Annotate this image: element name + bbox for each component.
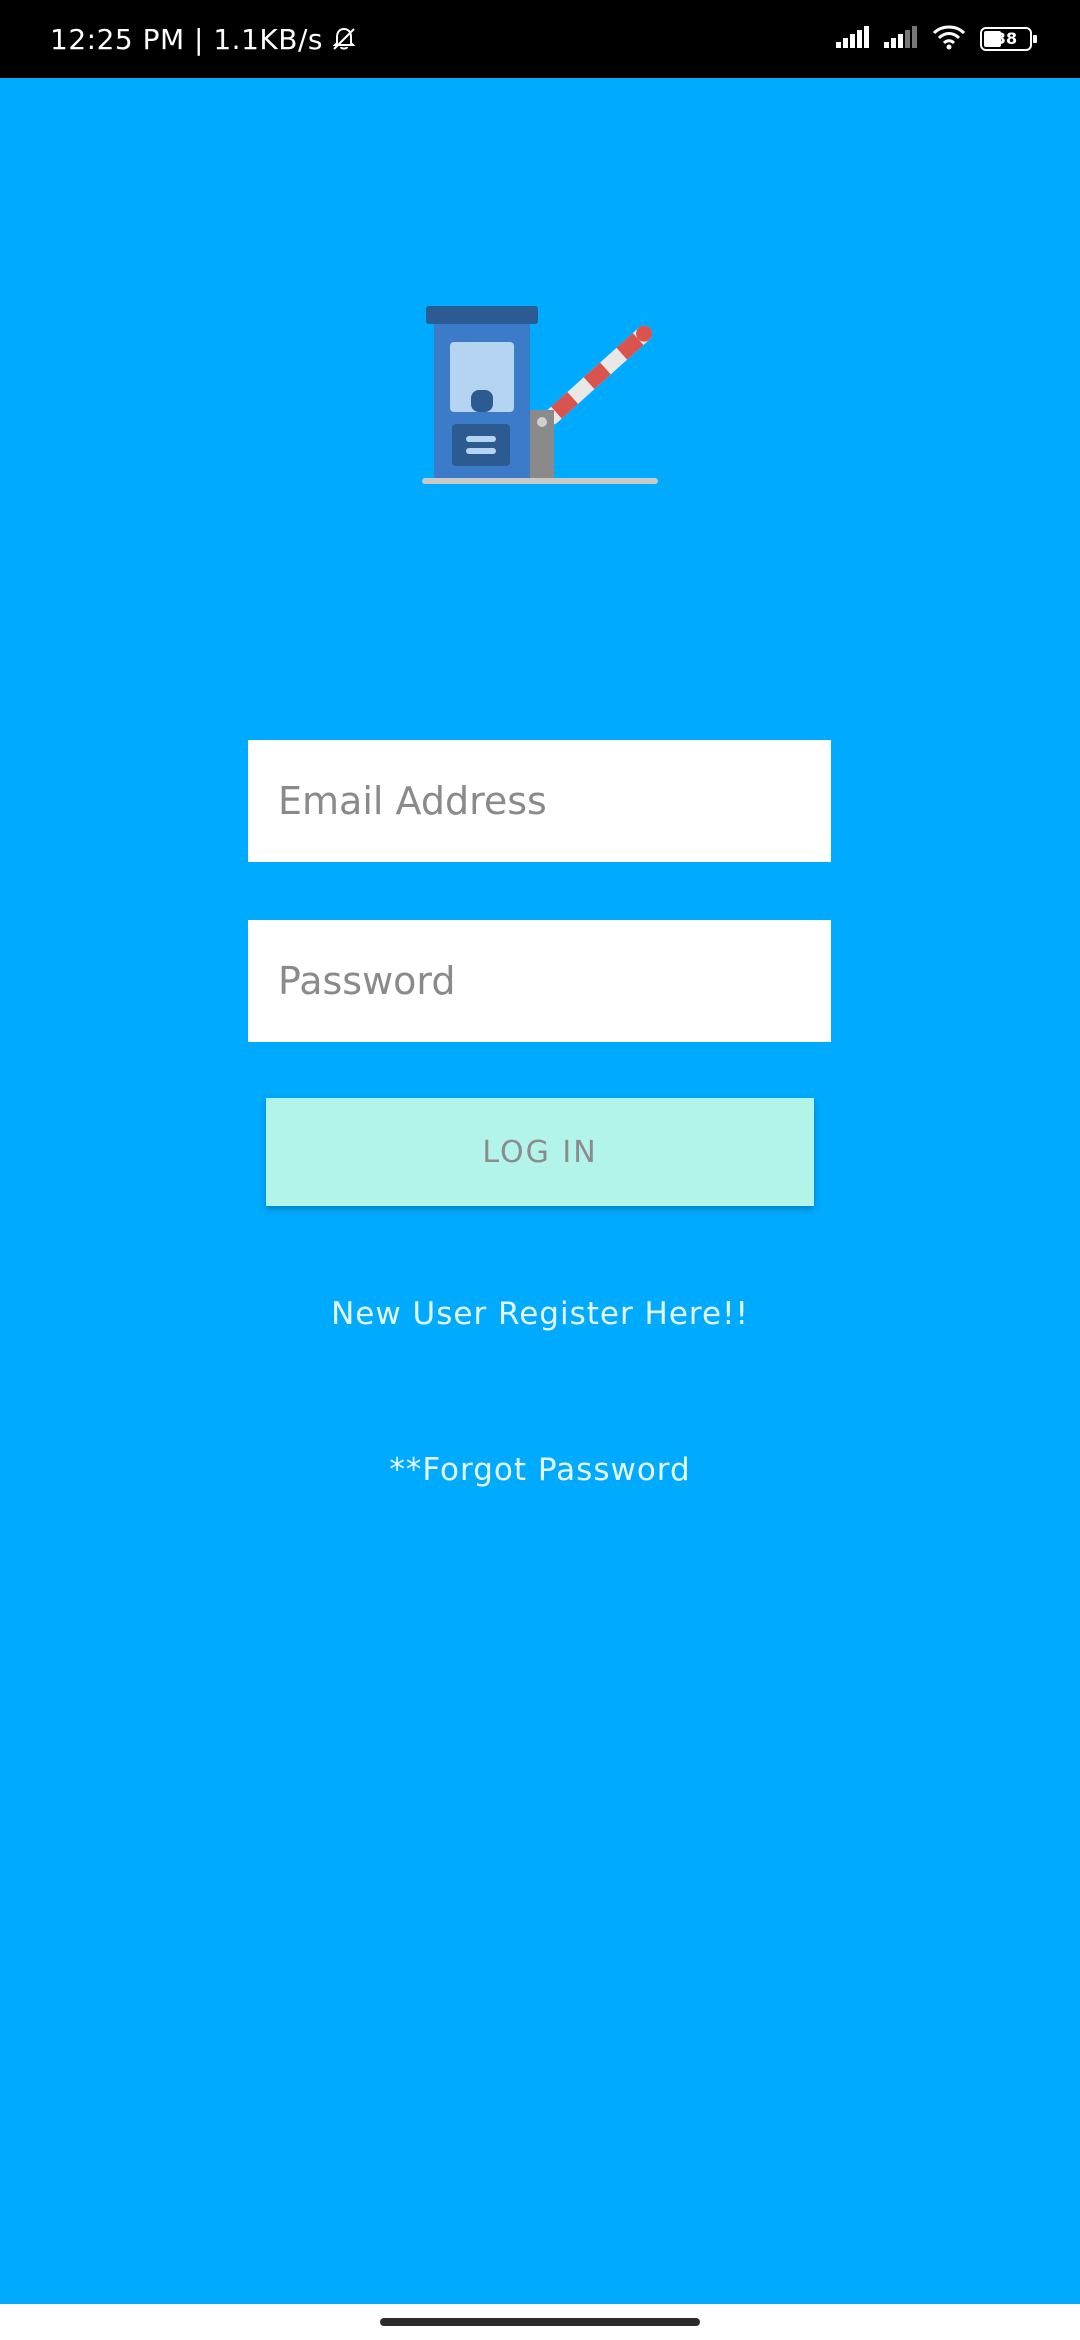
battery-level: 38 xyxy=(994,29,1018,48)
login-button[interactable]: LOG IN xyxy=(266,1098,814,1206)
forgot-password-link[interactable]: **Forgot Password xyxy=(0,1452,1080,1488)
home-indicator[interactable] xyxy=(380,2318,700,2326)
wifi-icon xyxy=(932,24,966,54)
status-time-speed: 12:25 PM | 1.1KB/s xyxy=(50,22,323,56)
status-left: 12:25 PM | 1.1KB/s xyxy=(50,0,357,78)
battery-icon: 38 xyxy=(980,27,1037,51)
signal-icon xyxy=(884,26,918,52)
status-right: 38 xyxy=(836,0,1037,78)
email-field[interactable] xyxy=(248,740,831,862)
bell-off-icon xyxy=(331,26,357,52)
register-link[interactable]: New User Register Here!! xyxy=(0,1296,1080,1332)
signal-icon xyxy=(836,26,870,52)
password-field[interactable] xyxy=(248,920,831,1042)
toll-booth-barrier-icon xyxy=(420,300,660,500)
status-bar: 12:25 PM | 1.1KB/s 38 xyxy=(0,0,1080,78)
